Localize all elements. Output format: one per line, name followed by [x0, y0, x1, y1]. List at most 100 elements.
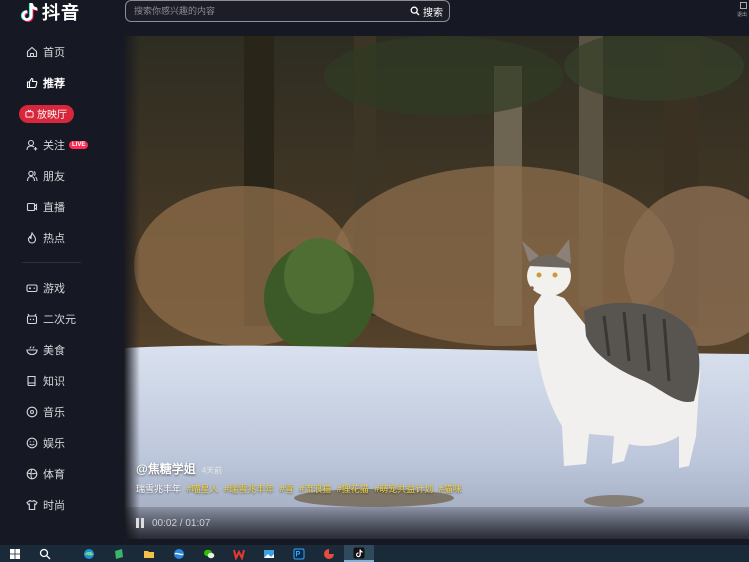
search-input[interactable] — [126, 6, 410, 16]
anime-icon — [26, 313, 38, 325]
taskbar-app[interactable] — [314, 545, 344, 562]
taskbar — [0, 545, 749, 562]
search-icon — [410, 6, 420, 16]
sidebar-item-label: 知识 — [43, 375, 65, 388]
hashtag[interactable]: #雪 — [280, 484, 294, 494]
tv-icon — [25, 109, 34, 118]
hashtag[interactable]: #狸花猫 — [337, 484, 369, 494]
sidebar-item-recommend[interactable]: 推荐 — [0, 67, 105, 98]
video-player[interactable]: @焦糖学姐 4天前 瑞雪兆丰年 #喵星人 #瑞雪兆丰年 #雪 #流浪猫 #狸花猫… — [124, 36, 749, 539]
player-controls: 00:02 / 01:07 — [124, 507, 749, 539]
hashtag[interactable]: #萌宠共益计划 — [374, 484, 433, 494]
taskbar-explorer[interactable] — [134, 545, 164, 562]
window-icon — [740, 2, 747, 9]
sidebar-item-label: 朋友 — [43, 170, 65, 183]
edge-icon — [84, 548, 94, 559]
sidebar-item-friends[interactable]: 朋友 — [0, 160, 105, 191]
logo-text: 抖音 — [42, 3, 80, 23]
gamepad-icon — [26, 282, 38, 294]
sidebar-item-knowledge[interactable]: 知识 — [0, 365, 105, 396]
post-time: 4天前 — [201, 466, 223, 475]
caption-text: 瑞雪兆丰年 — [136, 484, 182, 494]
thumbs-up-icon — [26, 77, 38, 89]
sidebar-item-label: 热点 — [43, 232, 65, 245]
video-caption: 瑞雪兆丰年 #喵星人 #瑞雪兆丰年 #雪 #流浪猫 #狸花猫 #萌宠共益计划 #… — [136, 482, 462, 495]
home-icon — [26, 46, 38, 58]
sidebar-item-label: 美食 — [43, 344, 65, 357]
taskbar-douyin[interactable] — [344, 545, 374, 562]
friends-icon — [26, 170, 38, 182]
cinema-pill: 放映厅 — [19, 104, 74, 123]
sidebar-item-music[interactable]: 音乐 — [0, 396, 105, 427]
sidebar-item-live[interactable]: 直播 — [0, 191, 105, 222]
exit-button[interactable]: 退出 — [737, 2, 749, 22]
book-icon — [26, 375, 38, 387]
douyin-logo[interactable]: 抖音 — [20, 0, 80, 24]
sidebar-item-anime[interactable]: 二次元 — [0, 303, 105, 334]
taskbar-edge[interactable] — [74, 545, 104, 562]
sidebar-item-label: 游戏 — [43, 282, 65, 295]
windows-start-icon — [10, 548, 20, 559]
sidebar-item-cinema[interactable]: 放映厅 — [0, 98, 105, 129]
sidebar-item-label: 音乐 — [43, 406, 65, 419]
sidebar-item-entertainment[interactable]: 娱乐 — [0, 427, 105, 458]
hashtag[interactable]: #流浪猫 — [299, 484, 331, 494]
taskbar-photos[interactable] — [254, 545, 284, 562]
shirt-icon — [26, 499, 38, 511]
flame-icon — [26, 231, 38, 244]
douyin-icon — [353, 547, 365, 558]
hashtag[interactable]: #喵星人 — [187, 484, 219, 494]
taskbar-wps[interactable] — [224, 545, 254, 562]
follow-icon — [26, 139, 38, 151]
taskbar-start[interactable] — [0, 545, 30, 562]
search-button[interactable]: 搜索 — [410, 4, 449, 19]
hashtag[interactable]: #猫咪 — [439, 484, 462, 494]
sidebar-item-follow[interactable]: 关注 LIVE — [0, 129, 105, 160]
taskbar-browser[interactable] — [164, 545, 194, 562]
ball-icon — [26, 468, 38, 480]
sidebar-item-food[interactable]: 美食 — [0, 334, 105, 365]
live-icon — [26, 201, 38, 213]
sidebar-item-label: 娱乐 — [43, 437, 65, 450]
search-bar: 搜索 — [125, 0, 450, 22]
sidebar-item-label: 直播 — [43, 201, 65, 214]
taskbar-search[interactable] — [30, 545, 60, 562]
douyin-note-icon — [20, 3, 38, 22]
search-button-label: 搜索 — [423, 7, 443, 19]
hashtag[interactable]: #瑞雪兆丰年 — [224, 484, 274, 494]
live-badge: LIVE — [69, 140, 89, 149]
notepad-icon — [115, 548, 123, 559]
smile-icon — [26, 437, 38, 449]
taskbar-notepad[interactable] — [104, 545, 134, 562]
photos-icon — [264, 549, 274, 558]
sidebar-item-label: 首页 — [43, 46, 65, 59]
sidebar-item-label: 放映厅 — [37, 110, 67, 121]
sidebar-item-fashion[interactable]: 时尚 — [0, 489, 105, 520]
sidebar: 抖音 首页 推荐 放映厅 关注 LIVE 朋友 直播 热点 游戏 二次元 美食 … — [0, 0, 105, 545]
pause-icon[interactable] — [136, 518, 144, 528]
food-icon — [26, 344, 38, 356]
sidebar-item-label: 时尚 — [43, 499, 65, 512]
playback-time: 00:02 / 01:07 — [152, 517, 211, 529]
app-icon — [324, 548, 334, 559]
music-icon — [26, 406, 38, 418]
video-info: @焦糖学姐 4天前 瑞雪兆丰年 #喵星人 #瑞雪兆丰年 #雪 #流浪猫 #狸花猫… — [136, 460, 462, 495]
sidebar-item-home[interactable]: 首页 — [0, 36, 105, 67]
sidebar-item-label: 体育 — [43, 468, 65, 481]
sidebar-divider — [22, 262, 81, 263]
sidebar-item-hot[interactable]: 热点 — [0, 222, 105, 253]
sidebar-item-games[interactable]: 游戏 — [0, 272, 105, 303]
taskbar-photoshop[interactable] — [284, 545, 314, 562]
taskbar-spacer — [60, 545, 74, 562]
taskbar-wechat[interactable] — [194, 545, 224, 562]
sidebar-item-label: 二次元 — [43, 313, 76, 326]
sidebar-item-label: 关注 — [43, 139, 65, 152]
sidebar-nav: 首页 推荐 放映厅 关注 LIVE 朋友 直播 热点 游戏 二次元 美食 知识 … — [0, 36, 105, 520]
exit-label: 退出 — [737, 12, 748, 18]
sidebar-item-label: 推荐 — [43, 77, 65, 90]
search-icon — [39, 548, 51, 559]
author-name[interactable]: @焦糖学姐 — [136, 460, 196, 477]
file-explorer-icon — [144, 550, 154, 558]
sidebar-item-sports[interactable]: 体育 — [0, 458, 105, 489]
photoshop-icon — [293, 548, 305, 559]
